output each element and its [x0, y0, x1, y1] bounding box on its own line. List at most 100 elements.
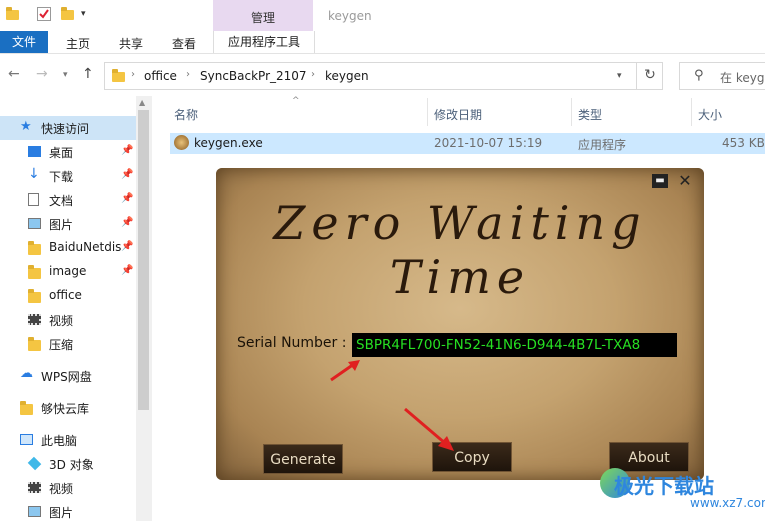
sidebar-item-label: 视频 — [49, 314, 74, 328]
title-bar: ▾ — [0, 0, 765, 31]
sidebar-item-label: 桌面 — [49, 146, 74, 160]
chevron-right-icon[interactable]: › — [311, 69, 315, 80]
picture-icon — [28, 506, 41, 517]
refresh-icon: ↻ — [644, 67, 656, 83]
search-input[interactable]: ⚲ 在 keyg — [679, 62, 765, 90]
tab-home[interactable]: 主页 — [66, 35, 90, 52]
sidebar-item-documents[interactable]: 文档 📌 — [0, 188, 136, 212]
folder-icon — [28, 241, 41, 255]
sidebar-item-label: 快速访问 — [41, 122, 90, 136]
sidebar-item-downloads[interactable]: ↓ 下载 📌 — [0, 164, 136, 188]
pin-icon[interactable]: 📌 — [121, 241, 133, 252]
download-icon: ↓ — [28, 166, 40, 182]
close-button[interactable]: ✕ — [676, 172, 694, 190]
sidebar-item-label: 文档 — [49, 194, 74, 208]
file-size: 453 KB — [722, 136, 765, 150]
sidebar-item-desktop[interactable]: 桌面 📌 — [0, 140, 136, 164]
sidebar-item-label: 够快云库 — [41, 402, 90, 416]
file-name: keygen.exe — [194, 136, 263, 150]
folder-icon — [112, 69, 125, 82]
sidebar-item-label: 此电脑 — [41, 434, 78, 448]
sidebar-item-label: 图片 — [49, 506, 74, 520]
chevron-right-icon[interactable]: › — [186, 69, 190, 80]
pin-icon[interactable]: 📌 — [121, 169, 133, 180]
watermark-text: 极光下载站 — [614, 474, 714, 498]
sidebar-item-baidunetdisk[interactable]: BaiduNetdis 📌 — [0, 236, 136, 260]
star-icon: ★ — [20, 119, 32, 134]
sidebar-item-3d-objects[interactable]: 3D 对象 — [0, 452, 136, 476]
sidebar-scrollbar-thumb[interactable] — [138, 110, 149, 410]
column-divider[interactable] — [571, 98, 572, 126]
window-title: keygen — [328, 9, 372, 23]
sidebar-item-label: 视频 — [49, 482, 74, 496]
scroll-up-icon[interactable]: ▲ — [139, 98, 145, 107]
breadcrumb-office[interactable]: office — [144, 69, 177, 83]
column-divider[interactable] — [427, 98, 428, 126]
pin-icon[interactable]: 📌 — [121, 265, 133, 276]
about-button[interactable]: About — [609, 442, 689, 472]
tab-file[interactable]: 文件 — [0, 31, 48, 53]
recent-locations-icon[interactable]: ▾ — [63, 70, 68, 80]
keygen-title: Zero Waiting Time — [273, 196, 647, 304]
tab-view[interactable]: 查看 — [172, 35, 196, 52]
sidebar-item-pictures[interactable]: 图片 📌 — [0, 212, 136, 236]
folder-icon — [28, 265, 41, 279]
pin-icon[interactable]: 📌 — [121, 217, 133, 228]
file-type: 应用程序 — [578, 138, 627, 152]
search-placeholder: 在 keyg — [720, 71, 765, 85]
sidebar-item-image[interactable]: image 📌 — [0, 260, 136, 284]
sidebar-item-label: 压缩 — [49, 338, 74, 352]
sidebar-item-label: 下载 — [49, 170, 74, 184]
column-header-size[interactable]: 大小 — [698, 106, 722, 123]
annotation-arrow-icon — [330, 360, 360, 382]
exe-icon — [174, 135, 189, 150]
serial-number-field[interactable]: SBPR4FL700-FN52-41N6-D944-4B7L-TXA8 — [352, 333, 677, 357]
customize-toolbar-icon[interactable]: ▾ — [81, 9, 86, 19]
sidebar-item-pc-pictures[interactable]: 图片 — [0, 500, 136, 524]
column-header-type[interactable]: 类型 — [578, 106, 602, 123]
serial-number-label: Serial Number : — [237, 335, 347, 351]
sidebar-item-this-pc[interactable]: 此电脑 — [0, 428, 136, 452]
sidebar-item-gokuai[interactable]: 够快云库 — [0, 396, 136, 420]
tab-share[interactable]: 共享 — [119, 35, 143, 52]
folder-icon[interactable] — [6, 7, 19, 20]
sidebar-item-pc-videos[interactable]: 视频 — [0, 476, 136, 500]
sort-ascending-icon: ^ — [292, 96, 300, 106]
chevron-right-icon[interactable]: › — [131, 69, 135, 80]
sidebar-item-label: BaiduNetdis — [49, 240, 122, 254]
column-header-modified[interactable]: 修改日期 — [434, 106, 482, 123]
refresh-button[interactable]: ↻ — [636, 62, 663, 90]
ribbon-tabs — [0, 31, 765, 54]
new-folder-icon[interactable] — [61, 7, 74, 20]
forward-arrow-icon[interactable]: → — [36, 66, 48, 82]
sidebar-item-label: office — [49, 288, 82, 302]
breadcrumb-keygen[interactable]: keygen — [325, 69, 369, 83]
tab-application-tools[interactable]: 应用程序工具 — [213, 31, 315, 53]
pin-icon[interactable]: 📌 — [121, 193, 133, 204]
sidebar-item-videos[interactable]: 视频 — [0, 308, 136, 332]
table-row[interactable]: keygen.exe 2021-10-07 15:19 应用程序 453 KB — [170, 133, 765, 154]
generate-button[interactable]: Generate — [263, 444, 343, 474]
keygen-window: ▬ ✕ Zero Waiting Time Serial Number : SB… — [216, 168, 704, 480]
sidebar-item-compressed[interactable]: 压缩 — [0, 332, 136, 356]
sidebar-item-quick-access[interactable]: ★ 快速访问 — [0, 116, 136, 140]
column-header-name[interactable]: 名称 — [174, 106, 198, 123]
folder-icon — [20, 401, 33, 415]
breadcrumb-syncbackpr[interactable]: SyncBackPr_2107 — [200, 69, 307, 83]
document-icon — [28, 193, 39, 206]
sidebar-item-wps-cloud[interactable]: ☁ WPS网盘 — [0, 364, 136, 388]
minimize-button[interactable]: ▬ — [652, 174, 668, 188]
watermark-url: www.xz7.com — [690, 496, 765, 510]
sidebar-item-office[interactable]: office — [0, 284, 136, 308]
pin-icon[interactable]: 📌 — [121, 145, 133, 156]
desktop-icon — [28, 146, 41, 157]
properties-icon[interactable] — [37, 7, 51, 21]
tab-manage[interactable]: 管理 — [213, 0, 313, 31]
folder-icon — [28, 337, 41, 351]
address-dropdown-icon[interactable]: ▾ — [617, 71, 622, 81]
column-divider[interactable] — [691, 98, 692, 126]
computer-icon — [20, 434, 33, 445]
back-arrow-icon[interactable]: ← — [8, 66, 20, 82]
video-icon — [28, 314, 41, 325]
up-arrow-icon[interactable]: ↑ — [82, 66, 94, 82]
